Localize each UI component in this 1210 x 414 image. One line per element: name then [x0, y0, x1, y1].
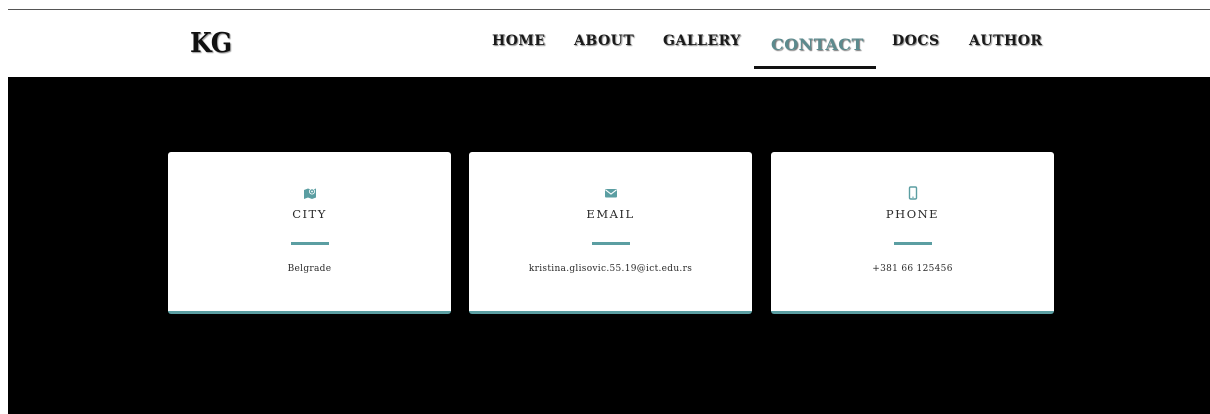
map-icon: [303, 185, 317, 199]
nav-item-gallery[interactable]: GALLERY: [663, 33, 741, 49]
nav-item-contact[interactable]: CONTACT: [771, 35, 864, 54]
nav-item-home[interactable]: HOME: [492, 33, 546, 49]
nav-item-docs[interactable]: DOCS: [892, 33, 940, 49]
card-divider: [290, 242, 329, 245]
card-title: CITY: [292, 207, 327, 221]
card-text[interactable]: +381 66 125456: [771, 264, 1054, 274]
active-nav-underline: [754, 66, 876, 69]
brand-logo[interactable]: KG: [190, 27, 232, 59]
navbar: KG HOME ABOUT GALLERY CONTACT DOCS AUTHO…: [8, 10, 1210, 77]
contact-section: CITY Belgrade EMAIL kristina.glisovic.55…: [8, 77, 1210, 414]
nav-item-author[interactable]: AUTHOR: [969, 33, 1043, 49]
nav-item-about[interactable]: ABOUT: [574, 33, 634, 49]
card-title: EMAIL: [586, 207, 635, 221]
card-text[interactable]: kristina.glisovic.55.19@ict.edu.rs: [469, 264, 752, 274]
card-title: PHONE: [885, 207, 940, 221]
envelope-icon: [604, 185, 618, 199]
phone-card: PHONE +381 66 125456: [771, 152, 1054, 314]
phone-icon: [906, 185, 920, 200]
card-divider: [591, 242, 630, 245]
email-card: EMAIL kristina.glisovic.55.19@ict.edu.rs: [469, 152, 752, 314]
card-text: Belgrade: [287, 264, 332, 274]
card-divider: [893, 242, 932, 245]
city-card: CITY Belgrade: [168, 152, 451, 314]
